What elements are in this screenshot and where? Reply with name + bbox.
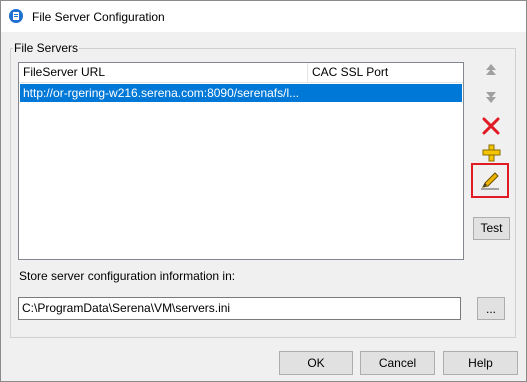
config-path-field[interactable]: C:\ProgramData\Serena\VM\servers.ini: [18, 297, 461, 320]
file-servers-list[interactable]: FileServer URL CAC SSL Port http://or-rg…: [18, 62, 464, 260]
test-button[interactable]: Test: [473, 217, 510, 240]
cancel-button[interactable]: Cancel: [360, 351, 435, 375]
move-down-arrow-icon: [486, 92, 496, 103]
edit-server-button[interactable]: [479, 170, 501, 192]
delete-server-button[interactable]: [480, 115, 502, 137]
help-button[interactable]: Help: [443, 351, 518, 375]
ok-button[interactable]: OK: [279, 351, 353, 375]
row-port-cell: [308, 84, 463, 102]
move-up-button[interactable]: [480, 61, 502, 83]
list-row-selected[interactable]: http://or-rgering-w216.serena.com:8090/s…: [20, 84, 462, 102]
title-bar: File Server Configuration: [1, 1, 526, 32]
column-header-fileserver-url[interactable]: FileServer URL: [19, 63, 308, 82]
serena-app-icon: [9, 9, 23, 23]
column-header-cac-ssl-port[interactable]: CAC SSL Port: [308, 63, 463, 82]
browse-button[interactable]: ...: [477, 297, 505, 320]
store-location-label: Store server configuration information i…: [19, 269, 236, 283]
add-server-button[interactable]: [480, 142, 502, 164]
row-url-cell: http://or-rgering-w216.serena.com:8090/s…: [23, 86, 300, 100]
pencil-edit-icon: [481, 172, 499, 190]
yellow-plus-add-icon: [482, 144, 501, 162]
move-down-button[interactable]: [480, 87, 502, 109]
window-title: File Server Configuration: [32, 10, 165, 24]
file-servers-group-label: File Servers: [13, 41, 80, 55]
move-up-arrow-icon: [486, 64, 496, 75]
file-server-configuration-dialog: File Server Configuration File Servers F…: [0, 0, 527, 382]
red-x-delete-icon: [482, 117, 500, 135]
list-header: FileServer URL CAC SSL Port: [19, 63, 463, 83]
